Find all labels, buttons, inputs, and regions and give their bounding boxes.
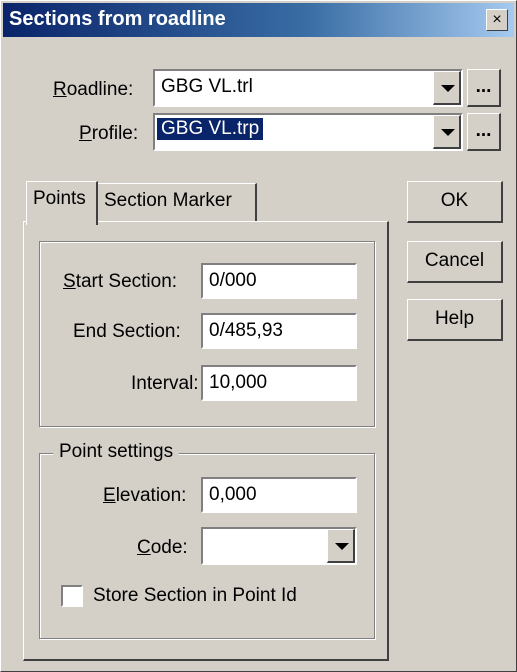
roadline-label: Roadline:: [53, 79, 134, 100]
help-button[interactable]: Help: [407, 299, 503, 341]
tab-section-marker-label: Section Marker: [104, 190, 232, 211]
ok-label: OK: [440, 190, 469, 211]
profile-label: Profile:: [79, 123, 139, 144]
start-section-value: 0/000: [209, 270, 257, 291]
tab-section-marker[interactable]: Section Marker: [97, 183, 257, 221]
end-section-label: End Section:: [73, 321, 181, 342]
start-section-label: Start Section:: [63, 271, 178, 292]
store-section-checkbox[interactable]: [61, 585, 83, 607]
dialog-window: Sections from roadline × Roadline: GBG V…: [0, 0, 517, 672]
help-label: Help: [434, 308, 475, 329]
roadline-dropdown-button[interactable]: [433, 71, 461, 105]
code-combo[interactable]: [201, 527, 357, 565]
title-bar[interactable]: Sections from roadline ×: [3, 3, 514, 37]
window-title: Sections from roadline: [9, 8, 226, 30]
code-label: Code:: [137, 537, 188, 558]
profile-value: GBG VL.trp: [157, 118, 264, 140]
ok-button[interactable]: OK: [407, 181, 503, 223]
start-section-field[interactable]: 0/000: [201, 263, 357, 299]
tab-points[interactable]: Points: [26, 181, 98, 225]
browse-label: ...: [475, 120, 492, 141]
elevation-field[interactable]: 0,000: [201, 477, 357, 513]
profile-dropdown-button[interactable]: [433, 115, 461, 149]
tab-points-label: Points: [33, 188, 86, 209]
point-settings-group-label: Point settings: [53, 441, 180, 463]
interval-label: Interval:: [131, 373, 199, 394]
end-section-value: 0/485,93: [209, 320, 283, 341]
roadline-combo[interactable]: GBG VL.trl: [153, 69, 463, 107]
store-section-label: Store Section in Point Id: [93, 585, 297, 606]
profile-browse-button[interactable]: ...: [467, 113, 501, 151]
close-button[interactable]: ×: [486, 9, 508, 31]
chevron-down-icon: [441, 85, 455, 92]
interval-value: 10,000: [209, 372, 268, 393]
interval-field[interactable]: 10,000: [201, 365, 357, 401]
close-icon: ×: [492, 11, 502, 28]
cancel-label: Cancel: [424, 250, 485, 271]
browse-label: ...: [475, 76, 492, 97]
elevation-label: Elevation:: [103, 485, 187, 506]
end-section-field[interactable]: 0/485,93: [201, 313, 357, 349]
elevation-value: 0,000: [209, 484, 257, 505]
roadline-browse-button[interactable]: ...: [467, 69, 501, 107]
chevron-down-icon: [441, 129, 455, 136]
profile-combo[interactable]: GBG VL.trp: [153, 113, 463, 151]
code-dropdown-button[interactable]: [327, 529, 355, 563]
roadline-value: GBG VL.trl: [161, 76, 253, 97]
cancel-button[interactable]: Cancel: [407, 241, 503, 283]
chevron-down-icon: [335, 543, 349, 550]
